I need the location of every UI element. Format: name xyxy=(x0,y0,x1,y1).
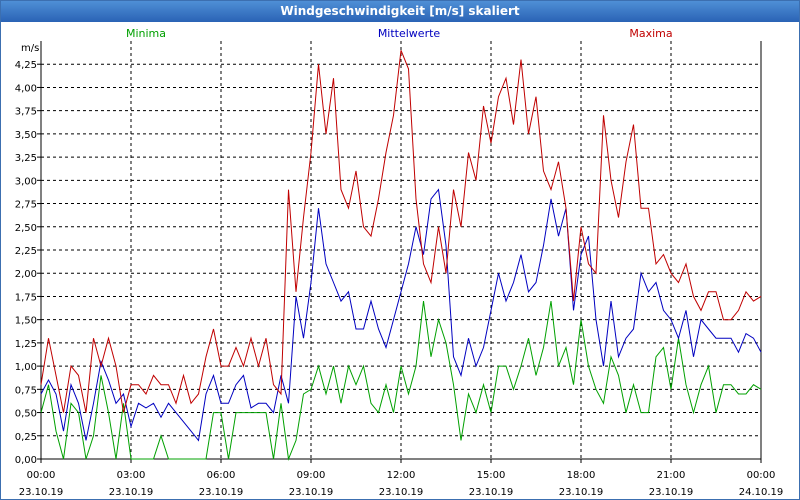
y-tick-label: 2,75 xyxy=(15,200,37,211)
legend: Minima Mittelwerte Maxima xyxy=(126,27,673,40)
y-tick-label: 2,00 xyxy=(15,269,37,280)
y-tick-label: 3,25 xyxy=(15,153,37,164)
y-tick-label: 3,50 xyxy=(15,130,37,141)
x-tick-time: 09:00 xyxy=(297,470,326,481)
y-tick-label: 2,50 xyxy=(15,223,37,234)
x-tick-date: 23.10.19 xyxy=(199,487,244,498)
x-tick-time: 12:00 xyxy=(387,470,416,481)
x-tick-time: 06:00 xyxy=(207,470,236,481)
y-tick-label: 4,00 xyxy=(15,83,37,94)
y-tick-label: 0,25 xyxy=(15,432,37,443)
y-tick-label: 1,00 xyxy=(15,362,37,373)
y-tick-label: 4,25 xyxy=(15,60,37,71)
x-tick-date: 23.10.19 xyxy=(379,487,424,498)
x-tick-time: 21:00 xyxy=(657,470,686,481)
x-tick-date: 23.10.19 xyxy=(469,487,514,498)
x-tick-date: 23.10.19 xyxy=(109,487,154,498)
x-tick-time: 00:00 xyxy=(27,470,56,481)
y-tick-label: 1,75 xyxy=(15,292,37,303)
x-axis-ticks: 00:00 23.10.19 03:00 23.10.19 06:00 23.10.19 0… xyxy=(19,459,784,498)
series-line-maxima xyxy=(40,50,762,413)
x-tick-time: 18:00 xyxy=(567,470,596,481)
x-tick-time: 15:00 xyxy=(477,470,506,481)
wind-speed-chart: 0,00 0,25 0,50 0,75 1,00 1,25 1,50 1,75 2,00 2,25… xyxy=(15,27,784,498)
y-tick-label: 1,25 xyxy=(15,339,37,350)
y-tick-label: 0,75 xyxy=(15,385,37,396)
x-tick-date: 23.10.19 xyxy=(649,487,694,498)
y-axis-ticks: 0,00 0,25 0,50 0,75 1,00 1,25 1,50 1,75 2,00 2,25… xyxy=(15,60,41,466)
x-tick-time: 03:00 xyxy=(117,470,146,481)
y-tick-label: 1,50 xyxy=(15,316,37,327)
x-tick-date: 24.10.19 xyxy=(739,487,784,498)
chart-window: Windgeschwindigkeit [m/s] skaliert 0,00 0… xyxy=(0,0,800,500)
x-tick-time: 00:00 xyxy=(747,470,776,481)
y-tick-label: 3,00 xyxy=(15,176,37,187)
y-tick-label: 3,75 xyxy=(15,107,37,118)
y-tick-label: 2,25 xyxy=(15,246,37,257)
legend-maxima: Maxima xyxy=(629,27,672,40)
y-tick-label: 0,00 xyxy=(15,455,37,466)
y-axis-label: m/s xyxy=(21,43,39,54)
x-tick-date: 23.10.19 xyxy=(19,487,64,498)
legend-mittelwerte: Mittelwerte xyxy=(378,27,441,40)
legend-minima: Minima xyxy=(126,27,166,40)
x-tick-date: 23.10.19 xyxy=(289,487,334,498)
y-tick-label: 0,50 xyxy=(15,409,37,420)
x-tick-date: 23.10.19 xyxy=(559,487,604,498)
grid-lines xyxy=(41,41,761,460)
